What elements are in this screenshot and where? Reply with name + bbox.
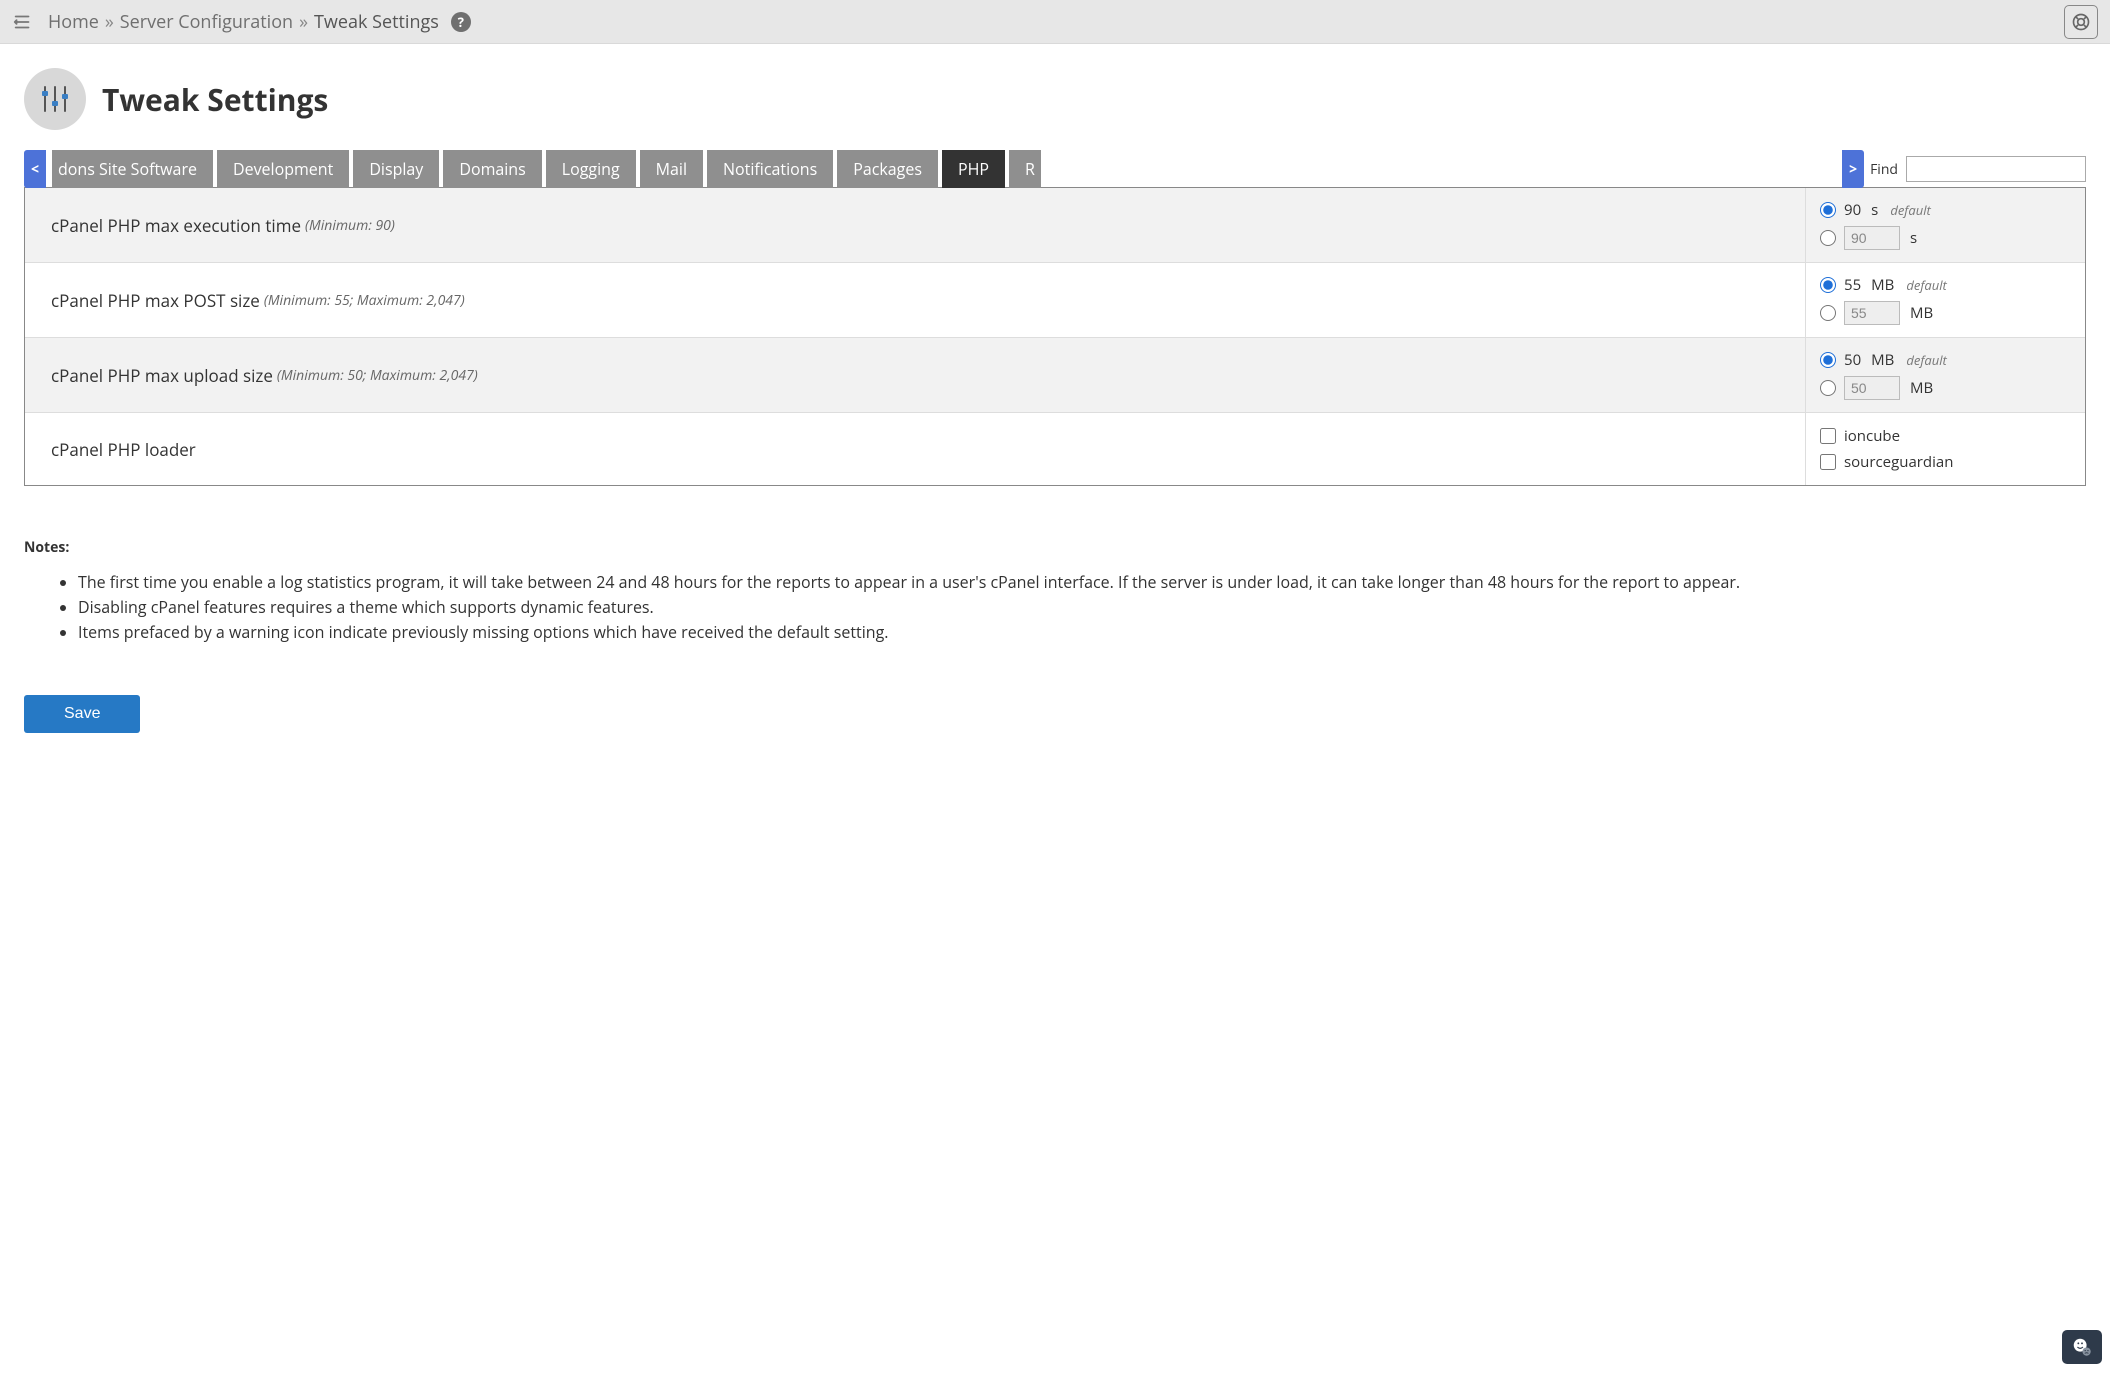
settings-table: cPanel PHP max execution time (Minimum: … bbox=[24, 187, 2086, 486]
setting-row: cPanel PHP max upload size (Minimum: 50;… bbox=[25, 338, 2085, 413]
note-item: The first time you enable a log statisti… bbox=[78, 571, 2086, 594]
radio-default[interactable] bbox=[1820, 352, 1836, 368]
default-text: default bbox=[1890, 201, 1930, 219]
top-bar: Home » Server Configuration » Tweak Sett… bbox=[0, 0, 2110, 44]
checkbox-sourceguardian[interactable] bbox=[1820, 454, 1836, 470]
breadcrumb: Home » Server Configuration » Tweak Sett… bbox=[48, 10, 471, 34]
setting-row: cPanel PHP max POST size (Minimum: 55; M… bbox=[25, 263, 2085, 338]
unit-label: MB bbox=[1910, 378, 1933, 398]
feedback-button[interactable] bbox=[2062, 1330, 2102, 1364]
setting-hint: (Minimum: 90) bbox=[305, 216, 395, 235]
unit-label: s bbox=[1871, 200, 1878, 220]
page-header: Tweak Settings bbox=[0, 44, 2110, 150]
find-wrap: Find bbox=[1870, 150, 2086, 188]
help-icon[interactable]: ? bbox=[451, 12, 471, 32]
sliders-icon bbox=[35, 79, 75, 119]
tab-display[interactable]: Display bbox=[353, 150, 439, 188]
radio-custom[interactable] bbox=[1820, 305, 1836, 321]
breadcrumb-home[interactable]: Home bbox=[48, 10, 99, 34]
setting-hint: (Minimum: 50; Maximum: 2,047) bbox=[277, 366, 478, 385]
setting-hint: (Minimum: 55; Maximum: 2,047) bbox=[264, 291, 465, 310]
tab-logging[interactable]: Logging bbox=[546, 150, 636, 188]
find-input[interactable] bbox=[1906, 156, 2086, 182]
page-icon bbox=[24, 68, 86, 130]
checkbox-label: sourceguardian bbox=[1844, 452, 1953, 472]
support-button[interactable] bbox=[2064, 5, 2098, 39]
tab-bar: < dons Site SoftwareDevelopmentDisplayDo… bbox=[24, 150, 2086, 188]
note-item: Disabling cPanel features requires a the… bbox=[78, 596, 2086, 619]
tab-php[interactable]: PHP bbox=[942, 150, 1005, 188]
page-title: Tweak Settings bbox=[102, 79, 328, 120]
custom-value-input[interactable] bbox=[1844, 376, 1900, 400]
unit-label: s bbox=[1910, 228, 1917, 248]
default-value: 50 bbox=[1844, 350, 1861, 370]
setting-controls: 50 MB default MB bbox=[1805, 338, 2085, 412]
tab-domains[interactable]: Domains bbox=[443, 150, 541, 188]
tab-notifications[interactable]: Notifications bbox=[707, 150, 833, 188]
unit-label: MB bbox=[1871, 350, 1894, 370]
radio-default[interactable] bbox=[1820, 277, 1836, 293]
breadcrumb-section[interactable]: Server Configuration bbox=[120, 10, 293, 34]
default-value: 55 bbox=[1844, 275, 1861, 295]
find-label: Find bbox=[1870, 160, 1898, 179]
tab-scroll-right-button[interactable]: > bbox=[1842, 150, 1864, 188]
radio-default[interactable] bbox=[1820, 202, 1836, 218]
setting-controls: ioncube sourceguardian bbox=[1805, 413, 2085, 485]
tab-development[interactable]: Development bbox=[217, 150, 349, 188]
note-item: Items prefaced by a warning icon indicat… bbox=[78, 621, 2086, 644]
setting-controls: 90 s default s bbox=[1805, 188, 2085, 262]
tab-partial-left[interactable]: dons Site Software bbox=[52, 150, 213, 188]
save-button[interactable]: Save bbox=[24, 695, 140, 733]
breadcrumb-sep: » bbox=[105, 10, 114, 34]
tab-strip: dons Site SoftwareDevelopmentDisplayDoma… bbox=[52, 150, 1836, 188]
notes-heading: Notes: bbox=[24, 538, 2086, 557]
tab-mail[interactable]: Mail bbox=[640, 150, 703, 188]
unit-label: MB bbox=[1871, 275, 1894, 295]
setting-row: cPanel PHP max execution time (Minimum: … bbox=[25, 188, 2085, 263]
unit-label: MB bbox=[1910, 303, 1933, 323]
setting-label: cPanel PHP max POST size (Minimum: 55; M… bbox=[25, 263, 1805, 337]
checkbox-label: ioncube bbox=[1844, 426, 1900, 446]
checkbox-ioncube[interactable] bbox=[1820, 428, 1836, 444]
custom-value-input[interactable] bbox=[1844, 301, 1900, 325]
setting-label: cPanel PHP max execution time (Minimum: … bbox=[25, 188, 1805, 262]
tab-partial-right[interactable]: R bbox=[1009, 150, 1041, 188]
default-text: default bbox=[1906, 276, 1946, 294]
default-text: default bbox=[1906, 351, 1946, 369]
breadcrumb-sep: » bbox=[299, 10, 308, 34]
radio-custom[interactable] bbox=[1820, 380, 1836, 396]
tab-packages[interactable]: Packages bbox=[837, 150, 938, 188]
notes-list: The first time you enable a log statisti… bbox=[24, 571, 2086, 645]
default-value: 90 bbox=[1844, 200, 1861, 220]
hamburger-arrow-icon bbox=[12, 11, 34, 33]
setting-label: cPanel PHP loader bbox=[25, 413, 1805, 485]
setting-label: cPanel PHP max upload size (Minimum: 50;… bbox=[25, 338, 1805, 412]
radio-custom[interactable] bbox=[1820, 230, 1836, 246]
setting-row: cPanel PHP loader ioncube sourceguardian bbox=[25, 413, 2085, 485]
tab-scroll-left-button[interactable]: < bbox=[24, 150, 46, 188]
setting-controls: 55 MB default MB bbox=[1805, 263, 2085, 337]
breadcrumb-current: Tweak Settings bbox=[314, 10, 439, 34]
lifebuoy-icon bbox=[2071, 12, 2091, 32]
custom-value-input[interactable] bbox=[1844, 226, 1900, 250]
menu-toggle-button[interactable] bbox=[8, 7, 38, 37]
smiley-icon bbox=[2071, 1336, 2093, 1358]
notes-section: Notes: The first time you enable a log s… bbox=[24, 538, 2086, 645]
